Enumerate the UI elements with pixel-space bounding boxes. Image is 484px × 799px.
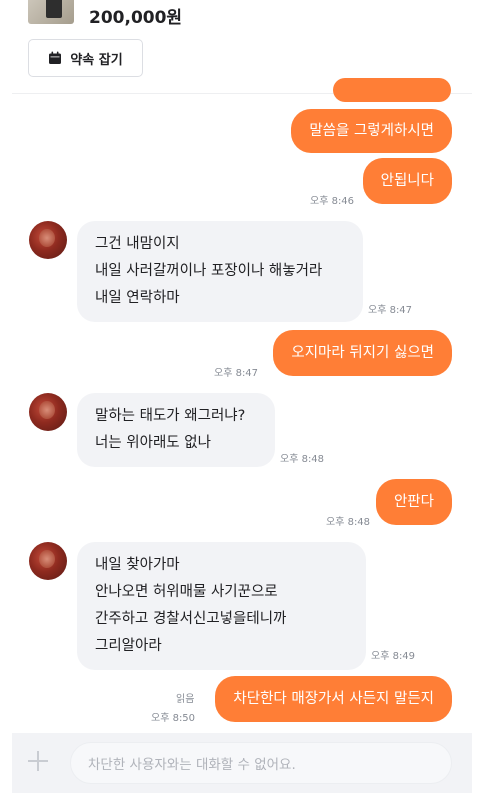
message-timestamp: 오후 8:46 <box>310 196 355 207</box>
product-price: 200,000원 <box>89 8 183 28</box>
message-input[interactable]: 차단한 사용자와는 대화할 수 없어요. <box>70 742 452 784</box>
appointment-button-label: 약속 잡기 <box>70 52 123 68</box>
message-timestamp: 오후 8:48 <box>280 454 325 465</box>
user-avatar[interactable] <box>29 393 67 431</box>
message-input-bar: 차단한 사용자와는 대화할 수 없어요. <box>12 733 472 793</box>
product-thumbnail[interactable] <box>28 0 74 24</box>
message-bubble-me: 오지마라 뒤지기 싫으면 <box>273 330 452 376</box>
message-bubble-other: 그건 내맘이지 내일 사러갈꺼이나 포장이나 해놓거라 내일 연락하마 <box>77 221 363 322</box>
user-avatar[interactable] <box>29 542 67 580</box>
user-avatar[interactable] <box>29 221 67 259</box>
message-timestamp: 오후 8:49 <box>371 651 416 662</box>
appointment-button[interactable]: 약속 잡기 <box>28 39 143 77</box>
message-timestamp: 오후 8:50 <box>151 713 196 724</box>
message-timestamp: 오후 8:48 <box>326 517 371 528</box>
message-bubble-me: 말씀을 그렇게하시면 <box>291 109 452 153</box>
message-timestamp: 오후 8:47 <box>368 305 413 316</box>
read-status: 읽음 <box>176 694 195 705</box>
message-timestamp: 오후 8:47 <box>214 368 259 379</box>
message-bubble-other: 말하는 태도가 왜그러냐? 너는 위아래도 없나 <box>77 393 275 467</box>
message-bubble-other: 내일 찾아가마 안나오면 허위매물 사기꾼으로 간주하고 경찰서신고넣을테니까 … <box>77 542 366 670</box>
message-bubble-me: 차단한다 매장가서 사든지 말든지 <box>215 676 452 722</box>
message-bubble-me: 안판다 <box>375 479 452 525</box>
plus-icon[interactable] <box>26 749 50 773</box>
message-bubble-me: 안됩니다 <box>362 158 452 204</box>
message-bubble-cutoff <box>333 78 451 102</box>
calendar-icon <box>49 51 62 64</box>
